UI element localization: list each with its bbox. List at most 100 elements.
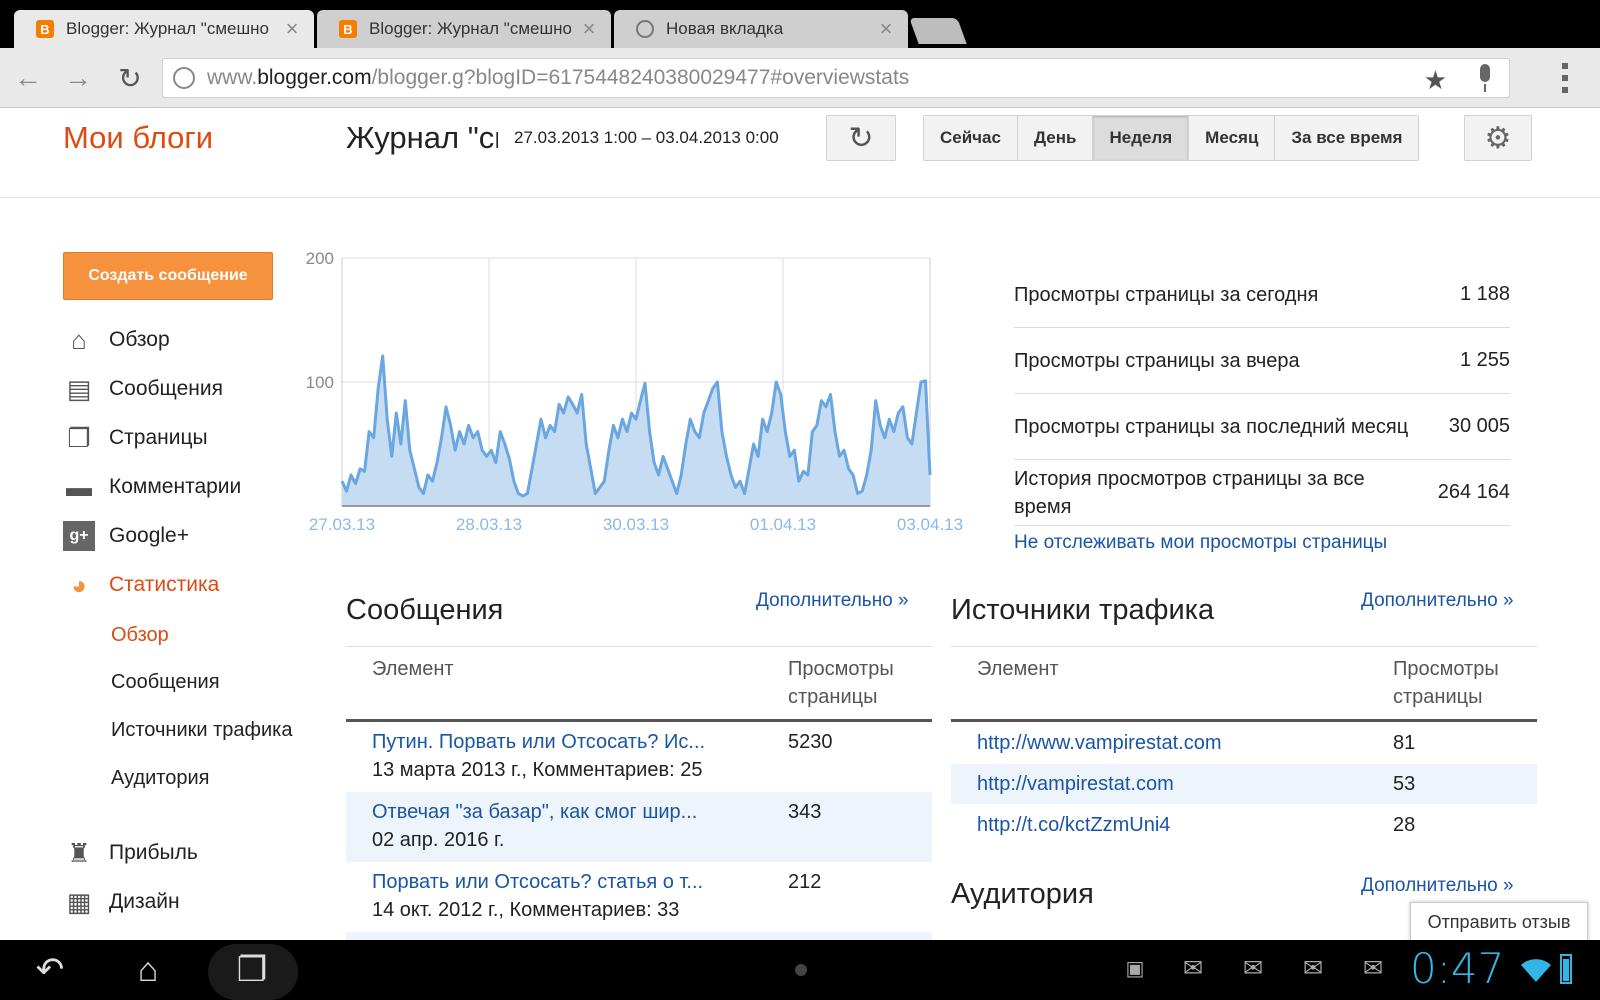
sidebar-item-overview[interactable]: ⌂ Обзор: [63, 323, 170, 357]
range-all-time[interactable]: За все время: [1275, 116, 1419, 160]
gear-icon: ⚙: [1484, 121, 1512, 155]
calendar-notification-icon[interactable]: ▣: [1120, 956, 1150, 980]
tab-blogger-1[interactable]: B Blogger: Журнал "смешно ×: [14, 10, 314, 48]
send-feedback-button[interactable]: Отправить отзыв: [1410, 902, 1588, 942]
tab-title: Blogger: Журнал "смешно: [66, 19, 269, 38]
mail-notification-icon[interactable]: ✉: [1358, 955, 1388, 982]
traffic-views: 81: [1393, 732, 1416, 754]
stats-sub-traffic[interactable]: Источники трафика: [111, 719, 292, 742]
stats-pie-icon: ◕: [71, 569, 87, 600]
range-week[interactable]: Неделя: [1093, 116, 1190, 160]
stats-summary: Просмотры страницы за сегодня 1 188 Прос…: [1014, 262, 1510, 526]
close-icon[interactable]: ×: [282, 16, 302, 42]
traffic-more-link[interactable]: Дополнительно »: [1361, 590, 1514, 612]
stats-sub-audience[interactable]: Аудитория: [111, 767, 209, 790]
table-header: Элемент Просмотры страницы: [346, 646, 932, 722]
stat-today: Просмотры страницы за сегодня 1 188: [1014, 262, 1510, 328]
col-views: Просмотры страницы: [788, 658, 894, 708]
google-plus-icon: g+: [63, 521, 95, 551]
mail-notification-icon[interactable]: ✉: [1298, 955, 1328, 982]
sidebar-item-earnings[interactable]: ♜ Прибыль: [63, 836, 197, 870]
back-nav-icon[interactable]: ↶: [20, 948, 80, 992]
forward-arrow-icon[interactable]: →: [60, 60, 96, 96]
traffic-views: 28: [1393, 814, 1416, 836]
sidebar-item-pages[interactable]: ❐ Страницы: [63, 421, 208, 455]
back-arrow-icon[interactable]: ←: [10, 60, 46, 96]
dont-track-link[interactable]: Не отслеживать мои просмотры страницы: [1014, 532, 1387, 554]
posts-more-link[interactable]: Дополнительно »: [756, 590, 909, 612]
my-blogs-link[interactable]: Мои блоги: [63, 120, 213, 156]
traffic-views: 53: [1393, 773, 1416, 795]
system-clock[interactable]: 0:47: [1410, 944, 1504, 993]
sidebar-item-google-plus[interactable]: g+ Google+: [63, 519, 189, 553]
table-row: http://vampirestat.com 53: [951, 764, 1537, 804]
stat-value: 1 255: [1459, 349, 1510, 371]
blogger-icon: B: [339, 20, 357, 38]
tab-new[interactable]: Новая вкладка ×: [614, 10, 908, 48]
stats-sub-posts[interactable]: Сообщения: [111, 671, 220, 694]
table-row: Путин. Порвать или Отсосать? Ис... 13 мар…: [346, 722, 932, 792]
recent-apps-icon[interactable]: ❐: [222, 948, 282, 992]
col-element: Элемент: [977, 658, 1059, 680]
stat-label: Просмотры страницы за сегодня: [1014, 283, 1319, 306]
address-bar[interactable]: www.blogger.com/blogger.g?blogID=6175448…: [162, 58, 1510, 98]
refresh-button[interactable]: ↻: [826, 115, 896, 161]
sidebar-item-label: Комментарии: [109, 475, 242, 498]
new-tab-button[interactable]: [909, 18, 967, 44]
posts-table: Элемент Просмотры страницы Путин. Порват…: [346, 646, 932, 946]
refresh-icon: ↻: [848, 121, 874, 155]
range-selector: Сейчас День Неделя Месяц За все время: [923, 115, 1420, 161]
close-icon[interactable]: ×: [579, 16, 599, 42]
post-link[interactable]: Отвечая "за базар", как смог шир...: [372, 798, 788, 826]
traffic-source-link[interactable]: http://www.vampirestat.com: [977, 729, 1393, 757]
sidebar-item-stats[interactable]: ◕ Статистика: [63, 568, 219, 602]
range-now[interactable]: Сейчас: [924, 116, 1018, 160]
stats-sub-overview[interactable]: Обзор: [111, 624, 169, 647]
y-tick-label: 100: [306, 373, 334, 392]
post-meta: 13 марта 2013 г., Комментариев: 25: [372, 759, 703, 781]
traffic-source-link[interactable]: http://t.co/kctZzmUni4: [977, 811, 1393, 839]
blog-name: Журнал "смешно: [346, 120, 498, 155]
range-day[interactable]: День: [1017, 116, 1094, 160]
table-row: http://www.vampirestat.com 81: [951, 722, 1537, 764]
globe-icon: [636, 20, 654, 38]
date-range: 27.03.2013 1:00 – 03.04.2013 0:00: [514, 128, 779, 147]
sidebar-item-label: Страницы: [109, 426, 208, 449]
x-tick-label: 03.04.13: [897, 515, 963, 534]
tab-blogger-2[interactable]: B Blogger: Журнал "смешно ×: [317, 10, 611, 48]
close-icon[interactable]: ×: [876, 16, 896, 42]
x-tick-label: 27.03.13: [309, 515, 375, 534]
mail-notification-icon[interactable]: ✉: [1178, 955, 1208, 982]
comments-icon: ▬: [66, 471, 92, 502]
post-link[interactable]: Путин. Порвать или Отсосать? Ис...: [372, 728, 788, 756]
create-post-button[interactable]: Создать сообщение: [63, 252, 273, 300]
post-link[interactable]: Порвать или Отсосать? статья о т...: [372, 868, 788, 896]
browser-menu-icon[interactable]: [1562, 63, 1570, 93]
url-text[interactable]: www.blogger.com/blogger.g?blogID=6175448…: [207, 66, 909, 90]
audience-section-title: Аудитория: [951, 878, 1094, 910]
battery-icon: [1560, 954, 1572, 984]
traffic-source-link[interactable]: http://vampirestat.com: [977, 770, 1393, 798]
microphone-icon[interactable]: [1477, 64, 1493, 92]
reload-icon[interactable]: ↻: [112, 60, 148, 96]
bookmark-star-icon[interactable]: ★: [1424, 65, 1447, 96]
settings-button[interactable]: ⚙: [1464, 115, 1532, 161]
range-month[interactable]: Месяц: [1189, 116, 1276, 160]
sidebar-item-layout[interactable]: ▦ Дизайн: [63, 885, 180, 919]
stat-value: 1 188: [1459, 283, 1510, 305]
sidebar-item-posts[interactable]: ▤ Сообщения: [63, 372, 223, 406]
mail-notification-icon[interactable]: ✉: [1238, 955, 1268, 982]
blogger-header: Мои блоги Журнал "смешно 27.03.2013 1:00…: [0, 108, 1600, 198]
sidebar-item-label: Дизайн: [109, 890, 180, 913]
posts-icon: ▤: [66, 373, 92, 404]
sidebar-item-comments[interactable]: ▬ Комментарии: [63, 470, 241, 504]
traffic-section-title: Источники трафика: [951, 594, 1215, 626]
audience-more-link[interactable]: Дополнительно »: [1361, 875, 1514, 897]
traffic-table: Элемент Просмотры страницы http://www.va…: [951, 646, 1537, 846]
site-info-icon[interactable]: [173, 67, 195, 89]
blogger-icon: B: [36, 20, 54, 38]
tab-title: Новая вкладка: [666, 19, 784, 38]
home-nav-icon[interactable]: ⌂: [118, 948, 178, 992]
posts-section-title: Сообщения: [346, 594, 504, 626]
x-tick-label: 01.04.13: [750, 515, 816, 534]
